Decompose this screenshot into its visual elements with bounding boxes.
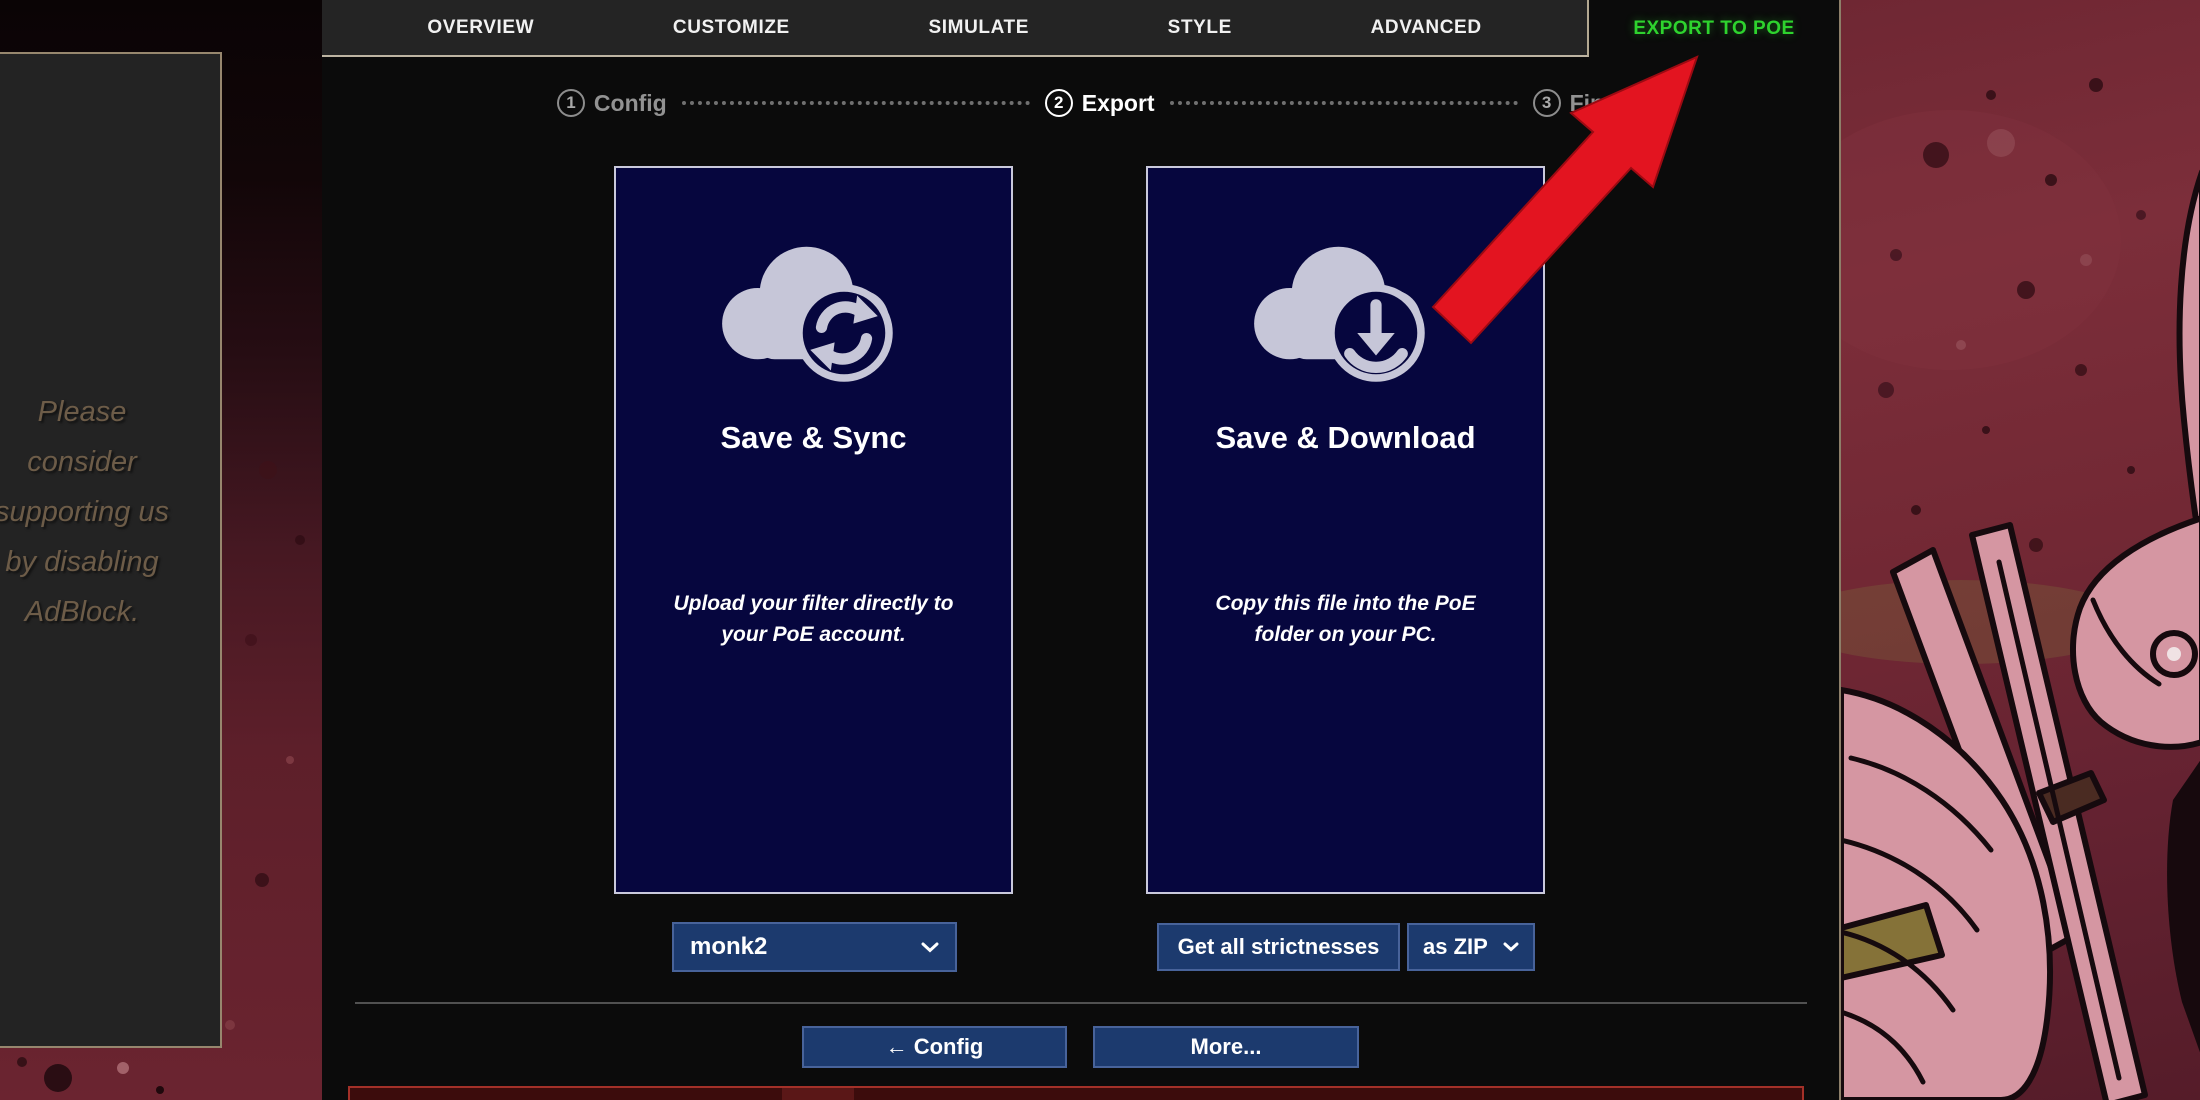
more-button[interactable]: More... <box>1093 1026 1359 1068</box>
red-accent-highlight <box>782 1088 854 1100</box>
filterblade-export-screen: Please consider supporting us by disabli… <box>0 0 2200 1100</box>
card-description: Copy this file into the PoE folder on yo… <box>1186 588 1505 650</box>
save-download-card[interactable]: Save & Download Copy this file into the … <box>1146 166 1545 894</box>
selected-format: as ZIP <box>1423 934 1488 960</box>
poe-character-art <box>1841 0 2200 1100</box>
chevron-down-icon <box>921 942 939 953</box>
adblock-text-line: supporting us <box>0 487 220 537</box>
back-to-config-button[interactable]: ← Config <box>802 1026 1067 1068</box>
step-label: Config <box>594 90 667 117</box>
nav-tab-customize[interactable]: CUSTOMIZE <box>673 17 790 39</box>
card-title: Save & Download <box>1148 420 1543 456</box>
download-format-select[interactable]: as ZIP <box>1407 923 1535 971</box>
get-all-strictnesses-button[interactable]: Get all strictnesses <box>1157 923 1400 971</box>
nav-tab-simulate[interactable]: SIMULATE <box>929 17 1030 39</box>
button-label: ← Config <box>886 1034 984 1060</box>
stepper: 1 Config 2 Export 3 Fin <box>322 84 1839 122</box>
card-description: Upload your filter directly to your PoE … <box>654 588 973 650</box>
red-accent-bar <box>348 1086 1804 1100</box>
section-divider <box>355 1002 1807 1004</box>
step-number-circle: 2 <box>1045 89 1073 117</box>
button-label: Get all strictnesses <box>1178 934 1380 960</box>
step-export[interactable]: 2 Export <box>1045 89 1155 117</box>
nav-tab-advanced[interactable]: ADVANCED <box>1371 17 1482 39</box>
adblock-text-line: consider <box>0 437 220 487</box>
step-connector <box>1170 101 1518 105</box>
step-label: Fin <box>1570 90 1605 117</box>
save-sync-card[interactable]: Save & Sync Upload your filter directly … <box>614 166 1013 894</box>
adblock-text-line: by disabling <box>0 537 220 587</box>
step-config[interactable]: 1 Config <box>557 89 667 117</box>
adblock-text-line: AdBlock. <box>0 587 220 637</box>
adblock-panel: Please consider supporting us by disabli… <box>0 52 222 1048</box>
cloud-download-icon <box>1233 226 1458 400</box>
chevron-down-icon <box>1503 942 1519 952</box>
selected-profile: monk2 <box>690 933 767 961</box>
background-art-right <box>1839 0 2200 1100</box>
step-label: Export <box>1082 90 1155 117</box>
nav-tab-overview[interactable]: OVERVIEW <box>427 17 534 39</box>
step-number-circle: 1 <box>557 89 585 117</box>
button-label: More... <box>1191 1034 1262 1060</box>
step-number-circle: 3 <box>1533 89 1561 117</box>
step-finish[interactable]: 3 Fin <box>1533 89 1605 117</box>
step-connector <box>682 101 1030 105</box>
adblock-text-line: Please <box>0 387 220 437</box>
nav-tab-style[interactable]: STYLE <box>1168 17 1232 39</box>
main-panel: OVERVIEW CUSTOMIZE SIMULATE STYLE ADVANC… <box>322 0 1839 1100</box>
cloud-sync-icon <box>701 226 926 400</box>
card-title: Save & Sync <box>616 420 1011 456</box>
sync-profile-select[interactable]: monk2 <box>672 922 957 972</box>
nav-bar: OVERVIEW CUSTOMIZE SIMULATE STYLE ADVANC… <box>322 0 1589 57</box>
nav-tab-export-to-poe[interactable]: EXPORT TO POE <box>1614 0 1814 57</box>
